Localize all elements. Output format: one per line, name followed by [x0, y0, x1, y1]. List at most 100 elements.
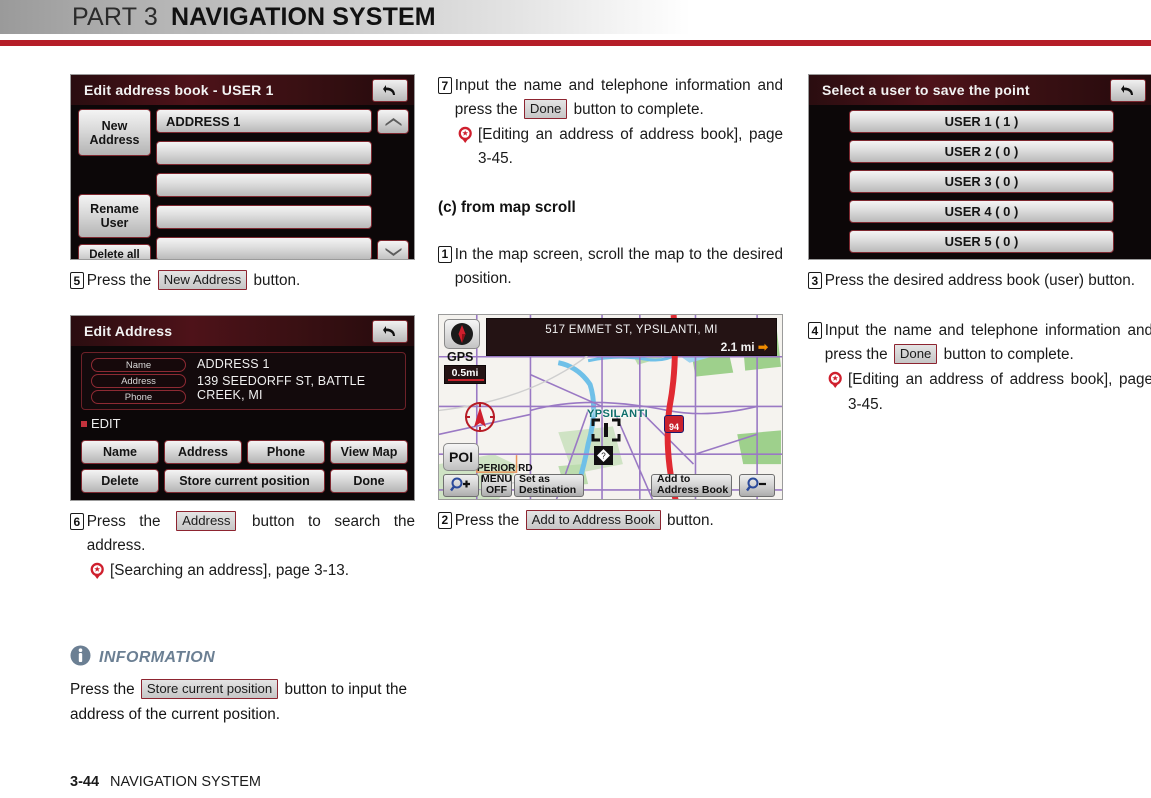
done-button[interactable]: Done — [330, 469, 408, 494]
part-label: PART 3 — [72, 2, 158, 31]
footer-page-number: 3-44 — [70, 774, 100, 790]
step-5: 5 Press the New Address button. — [70, 269, 415, 293]
edit-label-text: EDIT — [91, 416, 121, 432]
address-list-row[interactable] — [156, 173, 372, 197]
back-arrow-icon[interactable] — [372, 79, 408, 102]
zoom-out-button[interactable] — [739, 473, 775, 497]
inline-button-token[interactable]: Add to Address Book — [525, 509, 661, 531]
chevron-up-icon[interactable] — [377, 109, 409, 134]
inline-button-token[interactable]: Done — [893, 344, 938, 365]
add-book-line2: Address Book — [657, 484, 729, 497]
user-row-4[interactable]: USER 4 ( 0 ) — [849, 200, 1114, 223]
step-4: 4 Input the name and telephone informati… — [808, 319, 1151, 367]
back-arrow-icon[interactable] — [1110, 79, 1146, 102]
map-banner-address: 517 EMMET ST, YPSILANTI, MI — [545, 323, 718, 336]
page-footer: 3-44 NAVIGATION SYSTEM — [70, 774, 261, 790]
poi-button[interactable]: POI — [443, 442, 479, 471]
user-row-2[interactable]: USER 2 ( 0 ) — [849, 140, 1114, 163]
information-header: INFORMATION — [70, 645, 420, 671]
address-list-row[interactable] — [156, 205, 372, 229]
cross-reference-7: [Editing an address of address book], pa… — [457, 123, 783, 171]
address-detail-panel: Name Address Phone ADDRESS 1 139 SEEDORF… — [81, 352, 406, 411]
cross-reference-6: [Searching an address], page 3-13. — [89, 559, 415, 583]
map-cursor-icon — [591, 418, 621, 442]
info-icon — [70, 645, 91, 671]
screenshot-edit-address-book: Edit address book - USER 1 New Address R… — [70, 74, 415, 260]
user-row-1[interactable]: USER 1 ( 1 ) — [849, 110, 1114, 133]
footer-section-label: NAVIGATION SYSTEM — [110, 774, 261, 790]
chevron-down-icon[interactable] — [377, 240, 409, 259]
back-arrow-icon[interactable] — [372, 320, 408, 344]
add-to-address-book-button[interactable]: Add to Address Book — [651, 473, 732, 497]
step-text-before: Press the — [86, 272, 152, 289]
cross-reference-text: [Editing an address of address book], pa… — [478, 126, 783, 168]
step-text: Press the New Address button. — [87, 269, 415, 293]
edit-address-button[interactable]: Address — [164, 440, 242, 465]
step-text-before: Press the — [86, 513, 161, 531]
delete-all-button[interactable]: Delete all — [78, 244, 151, 259]
bullet-square-icon — [81, 420, 87, 427]
step-3: 3 Press the desired address book (user) … — [808, 269, 1151, 293]
map-pin-icon — [457, 126, 474, 144]
set-as-destination-button[interactable]: Set as Destination — [514, 473, 584, 497]
inline-button-token[interactable]: Store current position — [140, 679, 279, 700]
menu-off-line2: OFF — [486, 484, 507, 497]
step-text: Press the Address button to search the a… — [87, 510, 415, 558]
inline-button-token[interactable]: Address — [176, 511, 237, 532]
cross-reference-4: [Editing an address of address book], pa… — [827, 368, 1151, 416]
inline-button-token[interactable]: New Address — [157, 270, 248, 291]
information-note: INFORMATION Press the Store current posi… — [70, 645, 420, 728]
vehicle-position-icon — [463, 400, 497, 434]
poi-marker-icon: ? — [594, 445, 613, 465]
middle-column: 7 Input the name and telephone informati… — [438, 74, 783, 533]
edit-name-button[interactable]: Name — [81, 440, 159, 465]
address-list-row[interactable]: ADDRESS 1 — [156, 109, 372, 133]
rename-user-button[interactable]: Rename User — [78, 194, 151, 238]
step-text-after: button. — [253, 272, 301, 289]
page-header: PART 3 NAVIGATION SYSTEM — [0, 0, 1151, 34]
map-pin-icon — [89, 562, 106, 580]
address-list-row[interactable] — [156, 141, 372, 165]
edit-section-label: EDIT — [81, 416, 121, 431]
header-inner: PART 3 NAVIGATION SYSTEM — [0, 3, 436, 32]
screen-title: Edit Address — [71, 316, 414, 347]
menu-off-button[interactable]: MENU OFF — [481, 473, 512, 497]
screen-title: Select a user to save the point — [809, 75, 1151, 105]
step-number: 6 — [70, 513, 84, 531]
edit-phone-button[interactable]: Phone — [247, 440, 325, 465]
compass-icon[interactable] — [444, 318, 480, 349]
new-address-button[interactable]: New Address — [78, 109, 151, 156]
cross-reference-text: [Searching an address], page 3-13. — [110, 562, 349, 580]
inline-button-token[interactable]: Done — [523, 99, 568, 120]
step-number: 4 — [808, 322, 822, 340]
step-number: 2 — [438, 511, 452, 529]
screenshot-edit-address: Edit Address Name Address Phone ADDRESS … — [70, 315, 415, 502]
store-current-position-button[interactable]: Store current position — [164, 469, 325, 494]
zoom-in-button[interactable] — [443, 473, 479, 497]
header-accent-rule — [0, 40, 1151, 46]
step-number: 7 — [438, 77, 452, 94]
step-text-after: button. — [666, 511, 714, 529]
view-map-button[interactable]: View Map — [330, 440, 408, 465]
step-text-before: Press the — [454, 511, 520, 529]
step-text: Input the name and telephone information… — [455, 74, 783, 122]
field-label-name: Name — [91, 358, 186, 373]
interstate-shield-icon: 94 — [664, 414, 684, 433]
map-scale-bar — [448, 378, 484, 381]
step-2: 2 Press the Add to Address Book button. — [438, 509, 783, 533]
step-text-after: button to complete. — [573, 101, 704, 119]
user-row-3[interactable]: USER 3 ( 0 ) — [849, 170, 1114, 193]
step-number: 1 — [438, 245, 452, 263]
delete-button[interactable]: Delete — [81, 469, 159, 494]
info-text-before: Press the — [70, 681, 135, 698]
step-text: Press the Add to Address Book button. — [455, 509, 783, 533]
field-value-address: 139 SEEDORFF ST, BATTLE CREEK, MI — [197, 374, 366, 403]
address-list-row[interactable] — [156, 237, 372, 259]
map-banner-distance: 2.1 mi ➡ — [720, 339, 768, 354]
field-label-phone: Phone — [91, 390, 186, 405]
user-row-5[interactable]: USER 5 ( 0 ) — [849, 230, 1114, 253]
arrow-right-icon: ➡ — [757, 339, 768, 354]
left-column: Edit address book - USER 1 New Address R… — [70, 74, 415, 584]
field-value-name: ADDRESS 1 — [197, 357, 270, 372]
map-scale-indicator: 0.5mi — [444, 364, 486, 384]
